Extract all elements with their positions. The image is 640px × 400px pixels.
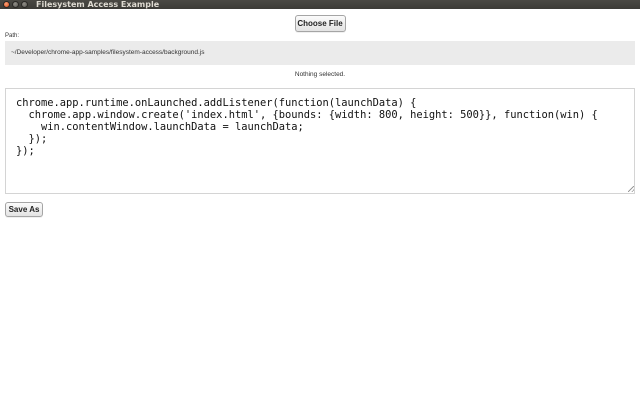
choose-file-button[interactable]: Choose File [294,15,346,32]
file-content-editor[interactable] [5,88,635,194]
app-window: Filesystem Access Example Choose File Pa… [0,0,640,400]
save-as-button[interactable]: Save As [5,202,43,217]
maximize-window-icon[interactable] [21,1,28,8]
choose-file-container: Choose File [0,15,640,32]
minimize-window-icon[interactable] [12,1,19,8]
title-bar[interactable]: Filesystem Access Example [0,0,640,9]
close-window-icon[interactable] [3,1,10,8]
window-title: Filesystem Access Example [36,0,160,9]
selection-status: Nothing selected. [294,71,346,78]
resize-grip-icon[interactable] [628,186,634,192]
path-label: Path: [5,33,20,39]
path-field[interactable] [5,41,635,65]
window-controls [3,1,28,8]
